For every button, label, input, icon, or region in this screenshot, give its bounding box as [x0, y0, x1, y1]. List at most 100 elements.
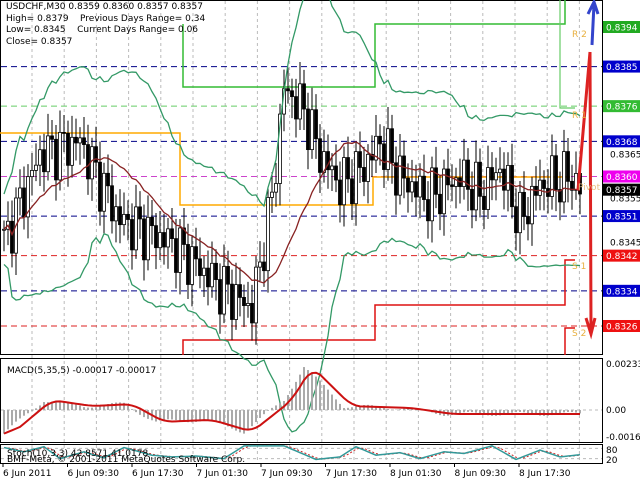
candle-body	[86, 144, 90, 180]
candle-body	[510, 165, 514, 208]
candle-body	[398, 155, 402, 196]
candle-body	[198, 258, 202, 276]
time-label: 8 Jun 09:30	[455, 469, 507, 479]
candle-body	[206, 267, 210, 288]
candle-body	[394, 162, 398, 196]
blue-arrow-icon	[586, 0, 600, 46]
candle-body	[562, 151, 566, 203]
candle-body	[222, 266, 226, 315]
candle-body	[186, 244, 190, 285]
price-label: 0.8368	[606, 138, 638, 148]
price-label: 0.8334	[606, 287, 638, 297]
candle-body	[406, 177, 410, 193]
candle-body	[542, 179, 546, 189]
candle-body	[486, 167, 490, 210]
candle-body	[74, 136, 78, 144]
candle-body	[286, 88, 290, 92]
candle-body	[54, 138, 58, 181]
candle-body	[270, 191, 274, 198]
candle-body	[418, 175, 422, 198]
price-label: 0.8351	[606, 213, 638, 223]
price-label: 0.8394	[606, 24, 638, 34]
candle-body	[362, 167, 366, 182]
candle-body	[302, 83, 306, 110]
candle-body	[194, 246, 198, 260]
r2-label: R 2	[572, 30, 587, 40]
candle-body	[434, 167, 438, 195]
candle-body	[106, 172, 110, 187]
candle-body	[162, 232, 166, 248]
time-label: 8 Jun 01:30	[390, 469, 442, 479]
header-info: USDCHF,M30 0.8359 0.8360 0.8357 0.8357 H…	[6, 2, 205, 48]
candle-body	[470, 188, 474, 211]
candle-body	[258, 261, 262, 268]
candle-body	[478, 161, 482, 197]
current-range: Current Days Range= 0.06	[77, 25, 199, 35]
candle-body	[46, 135, 50, 173]
candle-body	[150, 216, 154, 227]
candle-body	[350, 178, 354, 205]
candle-body	[158, 232, 162, 249]
candle-body	[426, 199, 430, 222]
candle-body	[342, 157, 346, 206]
candle-body	[366, 153, 370, 182]
price-label: 0.8357	[606, 186, 638, 196]
candle-body	[494, 172, 498, 181]
candle-body	[102, 172, 106, 212]
candle-body	[238, 284, 242, 298]
candle-body	[554, 155, 558, 190]
time-label: 6 Jun 09:30	[68, 469, 120, 479]
candle-body	[522, 191, 526, 217]
candle-body	[438, 193, 442, 215]
s1-line	[182, 259, 575, 355]
candle-body	[142, 218, 146, 261]
time-label: 6 Jun 17:30	[132, 469, 184, 479]
candle-body	[318, 138, 322, 173]
low-value: Low= 0.8345	[6, 25, 66, 35]
candle-body	[506, 165, 510, 191]
candle-body	[334, 165, 338, 181]
price-label: 0.8360	[606, 173, 638, 183]
candle-body	[274, 183, 278, 193]
candle-body	[266, 197, 270, 272]
candle-body	[530, 185, 534, 225]
candle-body	[34, 164, 38, 171]
candle-body	[538, 179, 542, 196]
r1-label: R 1	[572, 111, 587, 121]
r1-line	[559, 0, 575, 109]
candle-body	[214, 262, 218, 280]
candle-body	[330, 165, 334, 171]
candle-body	[50, 135, 54, 140]
stoch-tick: 80	[606, 446, 618, 456]
candle-body	[42, 149, 46, 173]
candle-body	[514, 206, 518, 234]
candle-body	[430, 167, 434, 222]
candle-body	[254, 266, 258, 324]
candle-body	[382, 143, 386, 170]
candle-body	[70, 136, 74, 166]
price-label: 0.8376	[606, 103, 638, 113]
candle-body	[66, 132, 70, 166]
s1-label: S 1	[572, 262, 586, 272]
candle-body	[298, 83, 302, 120]
candle-body	[118, 206, 122, 226]
candle-body	[354, 151, 358, 205]
candle-body	[38, 149, 42, 166]
price-label: 0.8342	[606, 252, 638, 262]
candle-body	[174, 238, 178, 273]
time-label: 7 Jun 17:30	[326, 469, 378, 479]
candle-body	[218, 279, 222, 315]
prev-range: Previous Days Range= 0.34	[80, 13, 206, 24]
r2-line	[182, 0, 566, 88]
candle-body	[390, 128, 394, 164]
candle-body	[310, 109, 314, 151]
macd-tick: 0.00233	[606, 360, 640, 370]
candle-body	[230, 283, 234, 320]
candle-body	[178, 227, 182, 273]
candle-body	[314, 109, 318, 140]
candle-body	[166, 228, 170, 248]
candle-body	[518, 191, 522, 234]
symbol-line: USDCHF,M30 0.8359 0.8360 0.8357 0.8357	[6, 2, 203, 12]
candle-body	[190, 246, 194, 285]
candle-body	[18, 187, 22, 199]
